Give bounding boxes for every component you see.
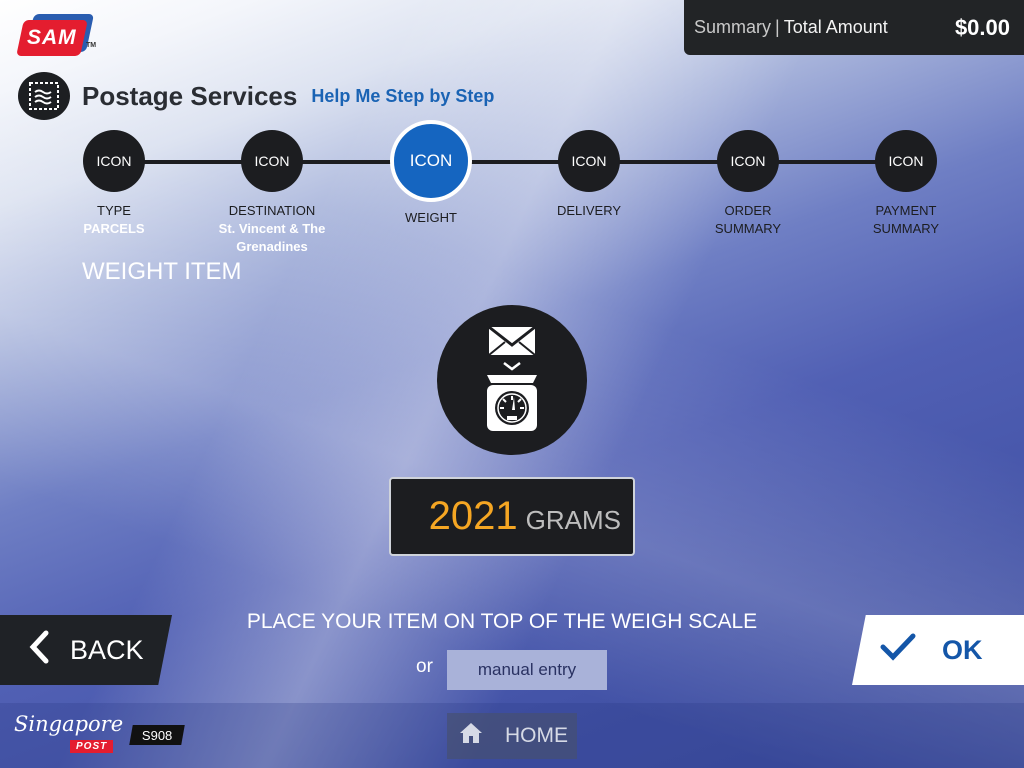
manual-entry-button[interactable]: manual entry — [447, 650, 607, 690]
back-button[interactable]: BACK — [0, 615, 172, 685]
total-amount-value: $0.00 — [954, 14, 1010, 40]
ok-label: OK — [942, 634, 983, 665]
or-text: or — [416, 656, 433, 677]
singapore-post-script: Singapore — [14, 712, 124, 736]
singapore-post-logo: Singapore POST — [12, 712, 127, 758]
step-destination: ICON DESTINATION St. Vincent & The Grena… — [182, 130, 362, 256]
step-order-summary: ICON ORDER SUMMARY — [658, 130, 838, 238]
weight-display: 2021 GRAMS — [389, 477, 635, 556]
step-type: ICON TYPE PARCELS — [24, 130, 204, 238]
step-icon: ICON — [558, 130, 620, 192]
page-title: Postage Services — [82, 80, 298, 111]
step-label: TYPE — [97, 203, 131, 218]
weight-unit: GRAMS — [525, 505, 621, 535]
home-button[interactable]: HOME — [447, 713, 577, 759]
kiosk-id: S908 — [141, 727, 173, 743]
step-delivery: ICON DELIVERY — [499, 130, 679, 220]
step-label: DESTINATION — [228, 203, 316, 218]
back-label: BACK — [70, 634, 144, 665]
step-label-line2: SUMMARY — [872, 221, 940, 236]
checkmark-icon — [880, 633, 916, 668]
step-icon: ICON — [83, 130, 145, 192]
summary-panel[interactable]: Summary | Total Amount $0.00 — [684, 0, 1024, 55]
help-link[interactable]: Help Me Step by Step — [311, 86, 494, 107]
step-label: ORDER — [724, 203, 772, 218]
step-selection: St. Vincent & The Grenadines — [218, 221, 326, 254]
progress-stepper: ICON TYPE PARCELS ICON DESTINATION St. V… — [0, 120, 1024, 254]
kiosk-id-badge: S908 — [129, 725, 185, 745]
page-header: Postage Services Help Me Step by Step — [18, 72, 494, 120]
step-icon: ICON — [241, 130, 303, 192]
summary-separator: | — [775, 17, 780, 37]
ok-button[interactable]: OK — [852, 615, 1024, 685]
step-label: PAYMENT — [875, 203, 937, 218]
step-icon: ICON — [875, 130, 937, 192]
weight-value: 2021 — [428, 494, 518, 538]
chevron-left-icon — [28, 630, 50, 671]
sam-logo-text: SAM — [27, 26, 77, 49]
step-icon: ICON — [717, 130, 779, 192]
step-payment-summary: ICON PAYMENT SUMMARY — [816, 130, 996, 238]
home-icon — [459, 722, 483, 750]
trademark: TM — [86, 42, 97, 49]
home-label: HOME — [505, 724, 568, 747]
step-label: WEIGHT — [405, 210, 457, 225]
step-weight: ICON WEIGHT — [341, 120, 521, 227]
step-icon: ICON — [390, 120, 472, 202]
singapore-post-badge: POST — [70, 740, 114, 753]
weigh-scale-icon — [437, 305, 587, 455]
summary-label: Summary — [694, 17, 772, 37]
stamp-icon — [18, 72, 70, 120]
step-label: DELIVERY — [556, 203, 622, 218]
sam-logo: SAM TM — [16, 12, 96, 58]
step-selection: PARCELS — [83, 221, 145, 236]
section-heading: WEIGHT ITEM — [82, 258, 242, 285]
total-amount-label: Total Amount — [783, 17, 888, 37]
step-label-line2: SUMMARY — [714, 221, 782, 236]
